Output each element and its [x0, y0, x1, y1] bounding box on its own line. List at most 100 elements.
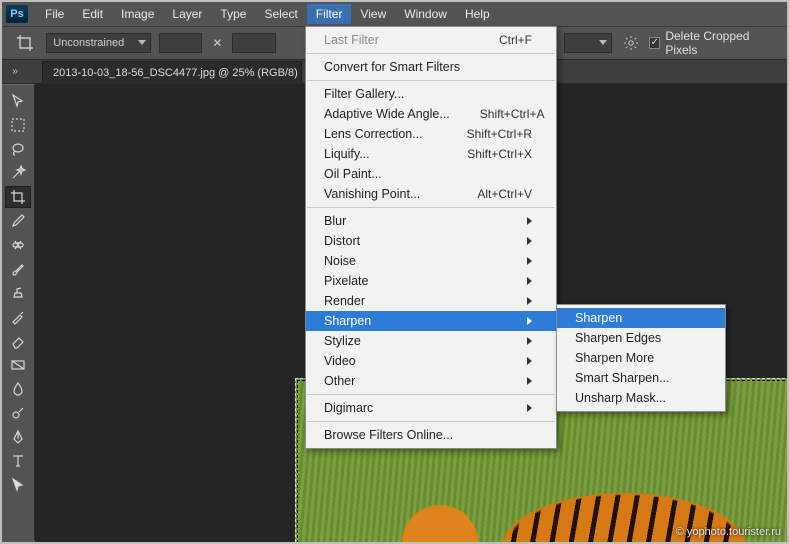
magic-wand-tool[interactable] — [5, 162, 31, 184]
blur-tool[interactable] — [5, 378, 31, 400]
menu-file[interactable]: File — [36, 4, 73, 24]
menu-item-label: Unsharp Mask... — [575, 391, 666, 405]
menu-item-adaptive-wide-angle[interactable]: Adaptive Wide Angle...Shift+Ctrl+A — [306, 104, 556, 124]
menu-item-shortcut: Shift+Ctrl+X — [437, 147, 532, 161]
menu-item-lens-correction[interactable]: Lens Correction... Shift+Ctrl+R — [306, 124, 556, 144]
menu-select[interactable]: Select — [255, 4, 306, 24]
menu-item-unsharp-mask[interactable]: Unsharp Mask... — [557, 388, 725, 408]
gradient-tool[interactable] — [5, 354, 31, 376]
menu-item-sharpen-edges[interactable]: Sharpen Edges — [557, 328, 725, 348]
healing-brush-tool[interactable] — [5, 234, 31, 256]
sharpen-submenu: Sharpen Sharpen Edges Sharpen More Smart… — [556, 304, 726, 412]
crop-height-input[interactable] — [232, 33, 275, 53]
menu-image[interactable]: Image — [112, 4, 163, 24]
move-tool[interactable] — [5, 90, 31, 112]
menu-item-distort[interactable]: Distort — [306, 231, 556, 251]
menu-item-sharpen-basic[interactable]: Sharpen — [557, 308, 725, 328]
eyedropper-tool[interactable] — [5, 210, 31, 232]
menu-item-label: Video — [324, 354, 356, 368]
type-tool[interactable] — [5, 450, 31, 472]
watermark: © yophoto.tourister.ru — [676, 526, 781, 538]
menu-item-label: Render — [324, 294, 365, 308]
chevron-down-icon — [599, 40, 607, 45]
menu-item-sharpen[interactable]: Sharpen — [306, 311, 556, 331]
menu-item-label: Adaptive Wide Angle... — [324, 107, 450, 121]
marquee-tool[interactable] — [5, 114, 31, 136]
menu-item-vanishing-point[interactable]: Vanishing Point...Alt+Ctrl+V — [306, 184, 556, 204]
menu-filter[interactable]: Filter — [307, 4, 352, 24]
menu-item-video[interactable]: Video — [306, 351, 556, 371]
menu-item-label: Oil Paint... — [324, 167, 382, 181]
menu-item-label: Filter Gallery... — [324, 87, 404, 101]
menu-item-stylize[interactable]: Stylize — [306, 331, 556, 351]
menu-item-label: Sharpen — [575, 311, 622, 325]
crop-tool[interactable] — [5, 186, 31, 208]
menu-help[interactable]: Help — [456, 4, 499, 24]
menu-item-sharpen-more[interactable]: Sharpen More — [557, 348, 725, 368]
menu-layer[interactable]: Layer — [163, 4, 211, 24]
submenu-arrow-icon — [527, 277, 532, 285]
crop-width-input[interactable] — [159, 33, 202, 53]
history-brush-tool[interactable] — [5, 306, 31, 328]
menu-item-liquify[interactable]: Liquify... Shift+Ctrl+X — [306, 144, 556, 164]
document-tab[interactable]: 2013-10-03_18-56_DSC4477.jpg @ 25% (RGB/… — [42, 61, 302, 83]
submenu-arrow-icon — [527, 297, 532, 305]
menu-item-label: Liquify... — [324, 147, 370, 161]
menu-item-shortcut: Shift+Ctrl+R — [437, 127, 532, 141]
submenu-arrow-icon — [527, 257, 532, 265]
menu-item-blur[interactable]: Blur — [306, 211, 556, 231]
app-logo: Ps — [6, 5, 28, 23]
menu-item-last-filter: Last Filter Ctrl+F — [306, 30, 556, 50]
menu-item-pixelate[interactable]: Pixelate — [306, 271, 556, 291]
menu-window[interactable]: Window — [395, 4, 456, 24]
swap-dimensions-icon[interactable]: ✕ — [210, 36, 224, 50]
view-options-select[interactable] — [564, 33, 613, 53]
dodge-tool[interactable] — [5, 402, 31, 424]
chevron-down-icon — [138, 40, 146, 45]
clone-stamp-tool[interactable] — [5, 282, 31, 304]
delete-cropped-checkbox[interactable]: ✓ Delete Cropped Pixels — [649, 29, 777, 57]
tools-panel — [2, 84, 35, 540]
path-selection-tool[interactable] — [5, 474, 31, 496]
crop-tool-icon[interactable] — [12, 33, 38, 53]
menubar: Ps File Edit Image Layer Type Select Fil… — [2, 2, 787, 26]
menu-item-label: Noise — [324, 254, 356, 268]
menu-item-label: Browse Filters Online... — [324, 428, 453, 442]
menu-item-smart-sharpen[interactable]: Smart Sharpen... — [557, 368, 725, 388]
menu-item-digimarc[interactable]: Digimarc — [306, 398, 556, 418]
eraser-tool[interactable] — [5, 330, 31, 352]
filter-menu: Last Filter Ctrl+F Convert for Smart Fil… — [305, 26, 557, 449]
menu-item-label: Sharpen More — [575, 351, 654, 365]
menu-item-other[interactable]: Other — [306, 371, 556, 391]
menu-item-noise[interactable]: Noise — [306, 251, 556, 271]
menu-edit[interactable]: Edit — [73, 4, 112, 24]
crop-constraint-value: Unconstrained — [53, 37, 124, 49]
menu-item-label: Distort — [324, 234, 360, 248]
menu-view[interactable]: View — [351, 4, 395, 24]
menu-item-render[interactable]: Render — [306, 291, 556, 311]
menu-item-label: Blur — [324, 214, 346, 228]
menu-item-label: Smart Sharpen... — [575, 371, 670, 385]
menu-item-oil-paint[interactable]: Oil Paint... — [306, 164, 556, 184]
lasso-tool[interactable] — [5, 138, 31, 160]
gear-icon[interactable] — [620, 32, 641, 54]
menu-item-label: Sharpen Edges — [575, 331, 661, 345]
submenu-arrow-icon — [527, 377, 532, 385]
menu-item-label: Last Filter — [324, 33, 379, 47]
crop-constraint-select[interactable]: Unconstrained — [46, 33, 151, 53]
expand-docs-icon[interactable]: » — [8, 64, 22, 78]
submenu-arrow-icon — [527, 317, 532, 325]
menu-item-convert-smart[interactable]: Convert for Smart Filters — [306, 57, 556, 77]
menu-item-browse-filters[interactable]: Browse Filters Online... — [306, 425, 556, 445]
menu-item-filter-gallery[interactable]: Filter Gallery... — [306, 84, 556, 104]
menu-item-label: Other — [324, 374, 355, 388]
menu-type[interactable]: Type — [211, 4, 255, 24]
menu-item-label: Convert for Smart Filters — [324, 60, 460, 74]
submenu-arrow-icon — [527, 217, 532, 225]
document-tab-title: 2013-10-03_18-56_DSC4477.jpg @ 25% (RGB/… — [53, 67, 298, 79]
pen-tool[interactable] — [5, 426, 31, 448]
menu-item-label: Sharpen — [324, 314, 371, 328]
menu-item-label: Lens Correction... — [324, 127, 423, 141]
brush-tool[interactable] — [5, 258, 31, 280]
submenu-arrow-icon — [527, 404, 532, 412]
